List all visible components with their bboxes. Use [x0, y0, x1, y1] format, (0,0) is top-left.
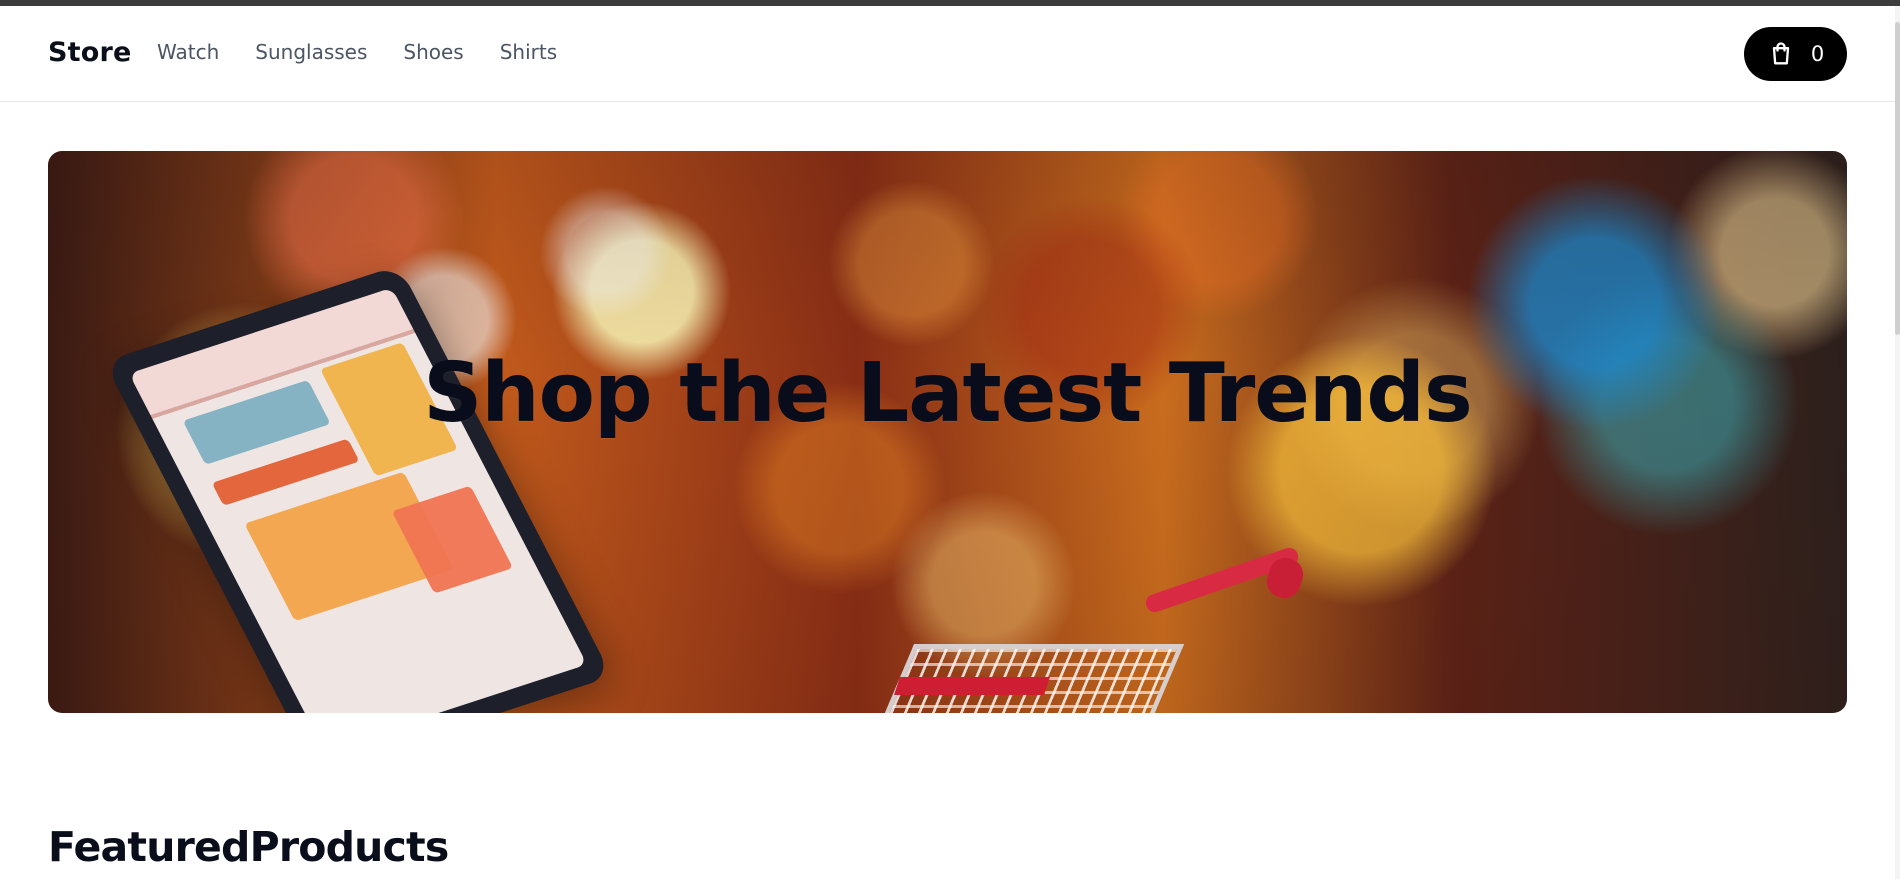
page-scrollbar-track[interactable] [1895, 6, 1900, 879]
nav-link-sunglasses[interactable]: Sunglasses [255, 40, 367, 64]
shopping-cart-illustration [855, 545, 1308, 713]
featured-products-title: FeaturedProducts [48, 823, 449, 871]
site-header: Store Watch Sunglasses Shoes Shirts 0 [0, 6, 1900, 102]
cart-button[interactable]: 0 [1744, 27, 1847, 81]
shopping-bag-icon [1772, 42, 1789, 65]
cart-count: 0 [1810, 41, 1825, 66]
laptop-illustration [103, 265, 613, 713]
nav-link-shirts[interactable]: Shirts [500, 40, 557, 64]
hero-banner: Shop the Latest Trends [48, 151, 1847, 713]
main-navigation: Watch Sunglasses Shoes Shirts [157, 40, 557, 64]
hero-title: Shop the Latest Trends [423, 346, 1473, 441]
nav-link-watch[interactable]: Watch [157, 40, 219, 64]
store-logo-link[interactable]: Store [48, 37, 132, 68]
page-scrollbar-thumb[interactable] [1895, 22, 1900, 335]
cart-red-strip [894, 677, 1050, 695]
nav-link-shoes[interactable]: Shoes [403, 40, 463, 64]
